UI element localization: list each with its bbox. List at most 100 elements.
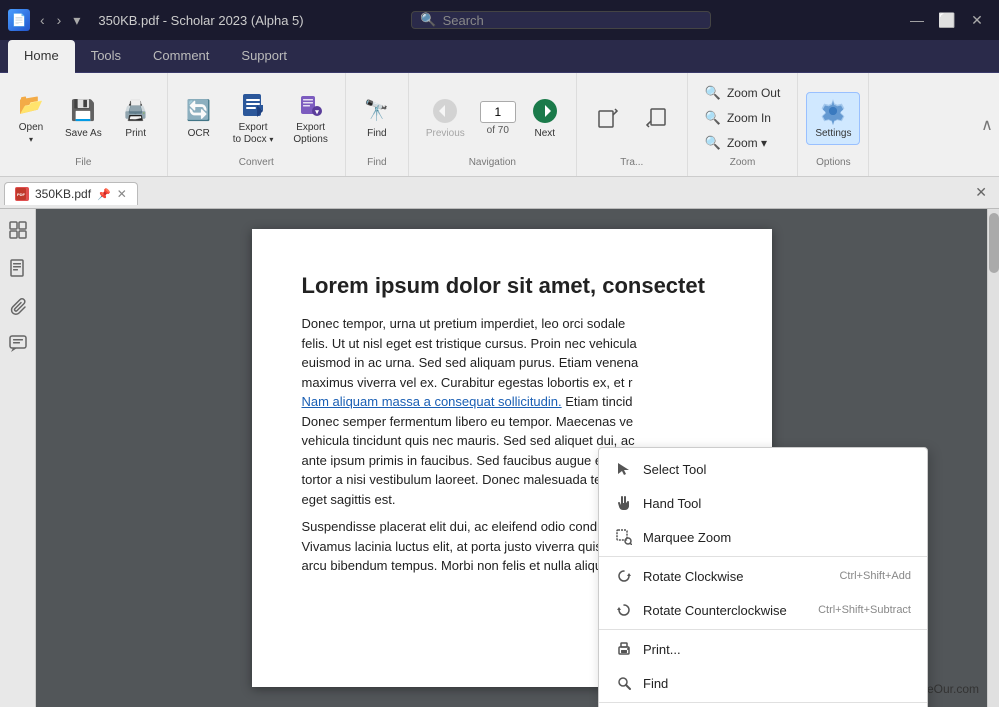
search-bar[interactable]: 🔍 [411,11,711,29]
doc-tab-name: 350KB.pdf [35,187,91,201]
sidebar-comment-icon[interactable] [5,331,31,357]
find-group-items: 🔭 Find [354,77,400,155]
ocr-button[interactable]: 🔄 OCR [176,92,222,145]
tab-tools[interactable]: Tools [75,40,137,73]
previous-icon [431,97,459,125]
nav-back-btn[interactable]: ‹ [36,10,49,31]
find-button[interactable]: 🔭 Find [354,92,400,145]
ctx-rotate-cw[interactable]: Rotate Clockwise Ctrl+Shift+Add [599,559,927,593]
zoom-out-icon: 🔍 [705,85,721,101]
scrollbar-thumb[interactable] [989,213,999,273]
transform-icon-2 [642,104,670,132]
ribbon-collapse-button[interactable]: ∧ [975,73,999,176]
zoom-level-icon: 🔍 [705,135,721,151]
ocr-label: OCR [188,128,210,140]
tab-support[interactable]: Support [225,40,303,73]
sidebar-thumbnail-icon[interactable] [5,217,31,243]
open-icon: 📂 [17,91,45,119]
ctx-hand-tool[interactable]: Hand Tool [599,486,927,520]
close-icon: ✕ [971,12,983,29]
search-input[interactable] [443,13,703,28]
transform-btn-1[interactable] [585,99,631,137]
tab-comment[interactable]: Comment [137,40,225,73]
zoom-in-button[interactable]: 🔍 Zoom In [696,106,790,130]
zoom-out-button[interactable]: 🔍 Zoom Out [696,81,790,105]
ocr-icon: 🔄 [185,97,213,125]
rotate-ccw-icon [615,601,633,619]
maximize-button[interactable]: ⬜ [933,6,961,34]
print-button[interactable]: 🖨️ Print [113,92,159,145]
svg-text:▾: ▾ [314,109,319,116]
close-button[interactable]: ✕ [963,6,991,34]
ribbon-group-zoom: 🔍 Zoom Out 🔍 Zoom In 🔍 Zoom ▾ Zoom [688,73,799,176]
minimize-button[interactable]: — [903,6,931,34]
transform-group-label: Tra... [585,155,679,172]
ctx-divider-1 [599,556,927,557]
window-controls: — ⬜ ✕ [903,6,991,34]
document-area: PDF 350KB.pdf 📌 ✕ ✕ [0,177,999,707]
zoom-out-label: Zoom Out [727,86,780,100]
ctx-select-tool[interactable]: Select Tool [599,452,927,486]
ctx-find-label: Find [643,676,911,691]
file-group-items: 📂 Open▾ 💾 Save As 🖨️ Print [8,77,159,155]
ribbon-group-transform: Tra... [577,73,688,176]
ctx-print-label: Print... [643,642,911,657]
pdf-tab-icon: PDF [15,187,29,201]
ctx-hand-tool-label: Hand Tool [643,496,911,511]
minimize-icon: — [910,12,924,28]
viewer-area: Lorem ipsum dolor sit amet, consectet Do… [0,209,999,707]
hand-tool-icon [615,494,633,512]
convert-group-label: Convert [176,155,337,172]
pin-icon[interactable]: 📌 [97,188,111,201]
nav-dropdown-btn[interactable]: ▾ [69,10,84,31]
ctx-divider-2 [599,629,927,630]
doc-tab[interactable]: PDF 350KB.pdf 📌 ✕ [4,182,138,205]
export-docx-label: Exportto Docx ▾ [233,122,274,146]
title-bar: 📄 ‹ › ▾ 350KB.pdf - Scholar 2023 (Alpha … [0,0,999,40]
page-input[interactable] [480,101,516,123]
app-icon: 📄 [8,9,30,31]
nav-forward-btn[interactable]: › [53,10,66,31]
previous-button[interactable]: Previous [417,92,474,145]
document-close-button[interactable]: ✕ [967,180,995,205]
context-menu: Select Tool Hand Tool [598,447,928,707]
page-total: of 70 [487,125,509,136]
maximize-icon: ⬜ [938,12,955,29]
export-options-button[interactable]: ▾ ExportOptions [284,86,336,151]
transform-group-items [585,77,679,155]
nav-group-label: Navigation [417,155,568,172]
save-label: Save As [65,128,102,140]
highlighted-text: Nam aliquam massa a consequat sollicitud… [302,394,562,409]
zoom-in-icon: 🔍 [705,110,721,126]
options-group-label: Options [806,155,860,172]
pdf-content-area: Lorem ipsum dolor sit amet, consectet Do… [36,209,987,707]
tab-home[interactable]: Home [8,40,75,73]
export-options-label: ExportOptions [293,122,327,146]
print-ctx-icon [615,640,633,658]
convert-group-items: 🔄 OCR Exportto Docx ▾ [176,77,337,155]
settings-icon [819,97,847,125]
settings-button[interactable]: Settings [806,92,860,145]
transform-btn-2[interactable] [633,99,679,137]
ctx-rotate-ccw[interactable]: Rotate Counterclockwise Ctrl+Shift+Subtr… [599,593,927,627]
save-icon: 💾 [69,97,97,125]
search-icon: 🔍 [420,12,436,28]
vertical-scrollbar[interactable] [987,209,999,707]
sidebar-pages-icon[interactable] [5,255,31,281]
ctx-find[interactable]: Find [599,666,927,700]
export-docx-button[interactable]: Exportto Docx ▾ [224,86,283,151]
sidebar-attachment-icon[interactable] [5,293,31,319]
ctx-marquee-zoom[interactable]: Marquee Zoom [599,520,927,554]
next-button[interactable]: Next [522,92,568,145]
page-counter: of 70 [480,101,516,136]
ctx-divider-3 [599,702,927,703]
ctx-print[interactable]: Print... [599,632,927,666]
next-icon [531,97,559,125]
open-button[interactable]: 📂 Open▾ [8,86,54,151]
zoom-level-button[interactable]: 🔍 Zoom ▾ [696,131,790,155]
nav-group-items: Previous of 70 Next [417,77,568,155]
zoom-group-items: 🔍 Zoom Out 🔍 Zoom In 🔍 Zoom ▾ [696,77,790,155]
save-as-button[interactable]: 💾 Save As [56,92,111,145]
find-group-label: Find [354,155,400,172]
tab-close-button[interactable]: ✕ [117,187,127,201]
